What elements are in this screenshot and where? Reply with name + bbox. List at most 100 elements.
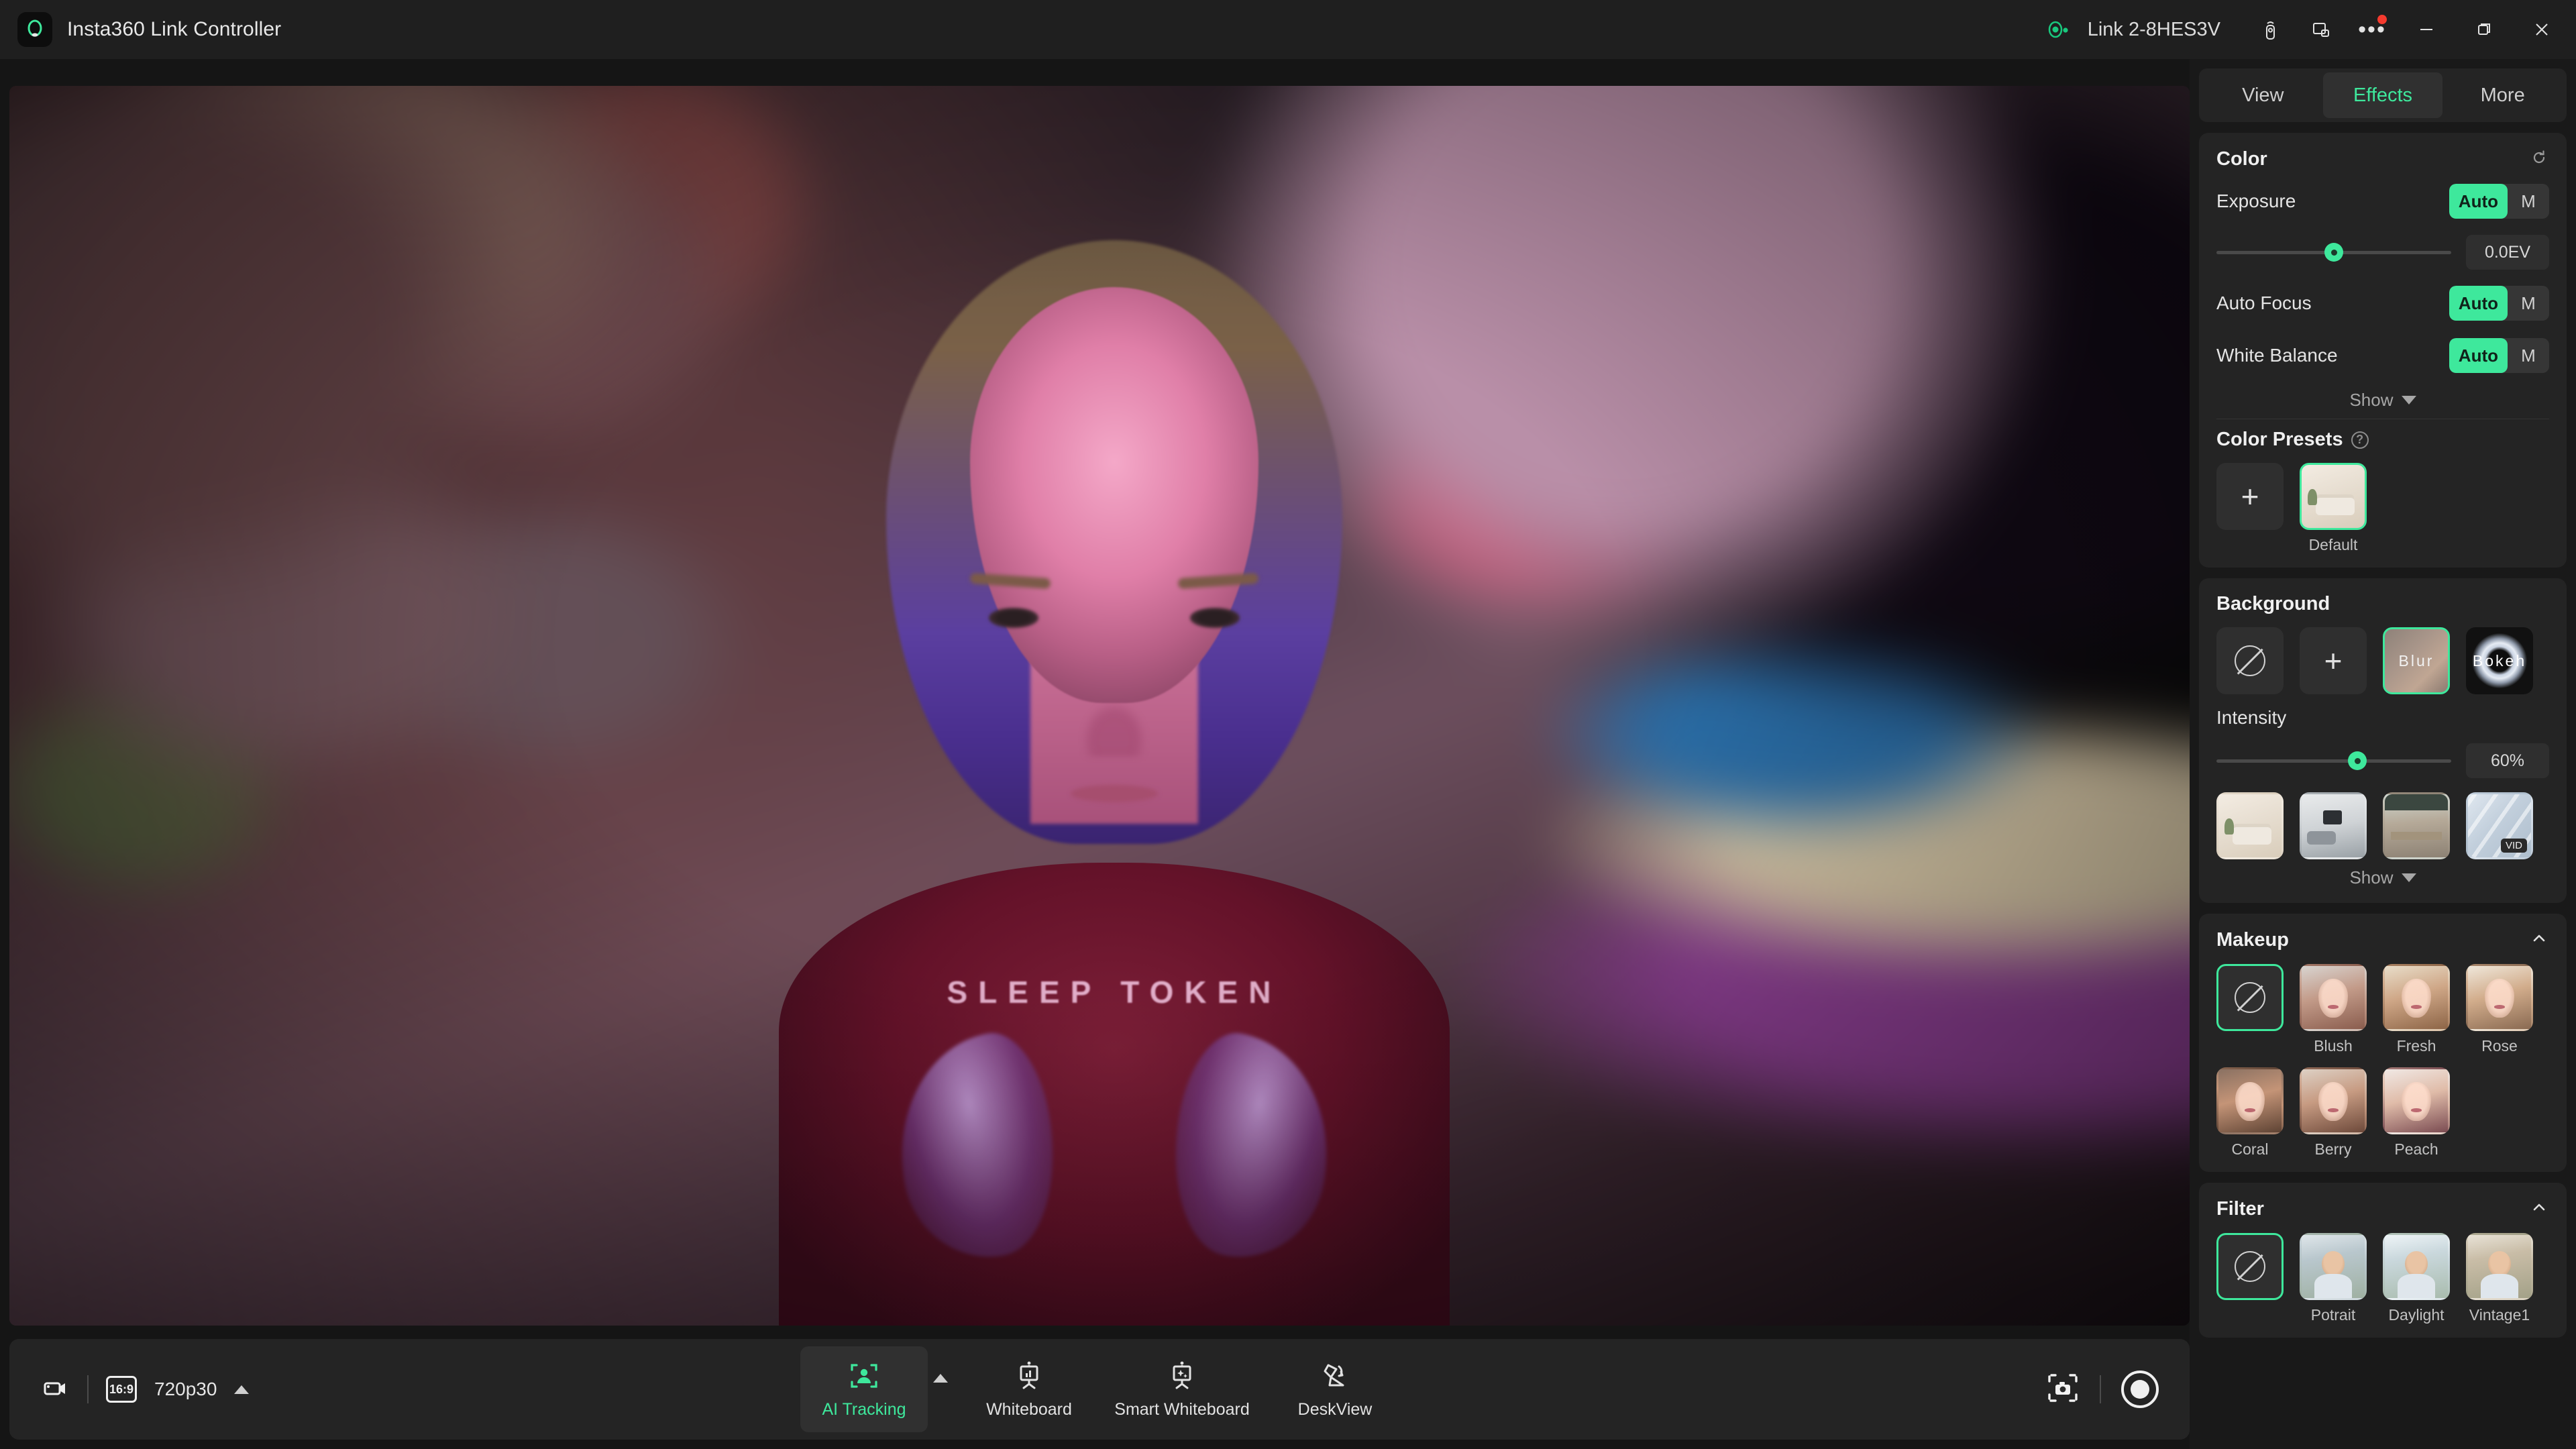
maximize-icon[interactable]: [2455, 0, 2513, 59]
exposure-auto-button[interactable]: Auto: [2449, 184, 2508, 219]
aspect-ratio-badge[interactable]: 16:9: [106, 1376, 137, 1403]
background-option-add[interactable]: +: [2300, 627, 2367, 694]
background-image-cafe[interactable]: [2383, 792, 2450, 859]
background-images: VID: [2216, 792, 2549, 859]
reset-icon[interactable]: [2529, 148, 2549, 171]
chevron-down-icon: [2401, 873, 2416, 882]
intensity-slider[interactable]: [2216, 751, 2451, 770]
video-background-thumb[interactable]: VID: [2466, 792, 2533, 859]
makeup-row-2: Coral Berry Peach: [2216, 1067, 2549, 1159]
bokeh-thumb[interactable]: Bokeh: [2466, 627, 2533, 694]
makeup-option-peach[interactable]: Peach: [2383, 1067, 2450, 1159]
picture-in-picture-icon[interactable]: [2296, 0, 2347, 59]
chevron-up-icon[interactable]: [2529, 1197, 2549, 1221]
background-option-blur[interactable]: Blur: [2383, 627, 2450, 694]
camcorder-icon[interactable]: [40, 1373, 70, 1406]
resolution-label[interactable]: 720p30: [154, 1379, 217, 1400]
auto-focus-manual-button[interactable]: M: [2508, 286, 2549, 321]
background-option-bokeh[interactable]: Bokeh: [2466, 627, 2533, 694]
chevron-up-icon[interactable]: [2529, 928, 2549, 952]
color-show-label: Show: [2349, 390, 2394, 410]
makeup-option-fresh[interactable]: Fresh: [2383, 964, 2450, 1055]
makeup-option-rose[interactable]: Rose: [2466, 964, 2533, 1055]
filter-option-vintage1[interactable]: Vintage1: [2466, 1233, 2533, 1324]
color-section: Color Exposure Auto M 0.0EV Auto Focus A…: [2199, 133, 2567, 568]
none-icon[interactable]: [2216, 964, 2284, 1031]
bottom-toolbar-left: 16:9 720p30: [40, 1373, 250, 1406]
none-icon[interactable]: [2216, 1233, 2284, 1300]
minimize-icon[interactable]: [2398, 0, 2455, 59]
mode-smart-whiteboard[interactable]: Smart Whiteboard: [1098, 1346, 1266, 1432]
filter-portrait-thumb[interactable]: [2300, 1233, 2367, 1300]
help-icon[interactable]: ?: [2351, 431, 2369, 449]
filter-vintage1-thumb[interactable]: [2466, 1233, 2533, 1300]
living-room-thumb[interactable]: [2216, 792, 2284, 859]
mode-smart-whiteboard-label: Smart Whiteboard: [1114, 1399, 1250, 1419]
chevron-up-icon[interactable]: [234, 1385, 250, 1394]
living-room-thumb[interactable]: [2300, 463, 2367, 530]
makeup-rose-thumb[interactable]: [2466, 964, 2533, 1031]
background-image-office[interactable]: [2300, 792, 2367, 859]
more-dots: •••: [2358, 17, 2386, 42]
filter-option-none[interactable]: [2216, 1233, 2284, 1324]
makeup-fresh-thumb[interactable]: [2383, 964, 2450, 1031]
exposure-mode-toggle[interactable]: Auto M: [2449, 184, 2549, 219]
makeup-peach-thumb[interactable]: [2383, 1067, 2450, 1134]
makeup-blush-thumb[interactable]: [2300, 964, 2367, 1031]
background-option-none[interactable]: [2216, 627, 2284, 694]
chevron-up-icon[interactable]: [933, 1373, 948, 1383]
makeup-option-berry[interactable]: Berry: [2300, 1067, 2367, 1159]
office-thumb[interactable]: [2300, 792, 2367, 859]
exposure-row: Exposure Auto M: [2216, 175, 2549, 227]
makeup-coral-label: Coral: [2231, 1140, 2269, 1158]
exposure-slider-knob[interactable]: [2324, 243, 2343, 262]
exposure-slider[interactable]: [2216, 243, 2451, 262]
blur-thumb[interactable]: Blur: [2383, 627, 2450, 694]
add-preset-icon[interactable]: +: [2216, 463, 2284, 530]
color-show-toggle[interactable]: Show: [2216, 382, 2549, 412]
tab-view[interactable]: View: [2203, 72, 2323, 118]
intensity-value[interactable]: 60%: [2466, 743, 2549, 778]
cafe-thumb[interactable]: [2383, 792, 2450, 859]
exposure-value[interactable]: 0.0EV: [2466, 235, 2549, 270]
white-balance-auto-button[interactable]: Auto: [2449, 338, 2508, 373]
remote-control-icon[interactable]: [2245, 0, 2296, 59]
color-preset-default-label: Default: [2308, 536, 2358, 553]
color-preset-add[interactable]: +: [2216, 463, 2284, 554]
mode-buttons: AI Tracking Whiteboard Smart Whiteboard …: [800, 1346, 1399, 1432]
close-icon[interactable]: [2513, 0, 2571, 59]
device-name[interactable]: Link 2-8HES3V: [2088, 19, 2220, 41]
none-icon[interactable]: [2216, 627, 2284, 694]
color-preset-default[interactable]: Default: [2300, 463, 2367, 554]
mode-deskview-label: DeskView: [1297, 1399, 1373, 1419]
mode-whiteboard[interactable]: Whiteboard: [965, 1346, 1093, 1432]
makeup-berry-thumb[interactable]: [2300, 1067, 2367, 1134]
camera-connected-icon[interactable]: [2046, 18, 2069, 41]
makeup-option-blush[interactable]: Blush: [2300, 964, 2367, 1055]
background-image-living-room[interactable]: [2216, 792, 2284, 859]
title-bar: Insta360 Link Controller Link 2-8HES3V •…: [0, 0, 2576, 59]
mode-ai-tracking[interactable]: AI Tracking: [800, 1346, 928, 1432]
tab-more[interactable]: More: [2443, 72, 2563, 118]
background-show-toggle[interactable]: Show: [2216, 859, 2549, 890]
makeup-coral-thumb[interactable]: [2216, 1067, 2284, 1134]
intensity-slider-knob[interactable]: [2348, 751, 2367, 770]
add-background-icon[interactable]: +: [2300, 627, 2367, 694]
exposure-manual-button[interactable]: M: [2508, 184, 2549, 219]
auto-focus-auto-button[interactable]: Auto: [2449, 286, 2508, 321]
filter-option-daylight[interactable]: Daylight: [2383, 1233, 2450, 1324]
record-button-icon[interactable]: [2121, 1371, 2159, 1408]
white-balance-manual-button[interactable]: M: [2508, 338, 2549, 373]
filter-option-portrait[interactable]: Potrait: [2300, 1233, 2367, 1324]
makeup-option-none[interactable]: [2216, 964, 2284, 1055]
white-balance-mode-toggle[interactable]: Auto M: [2449, 338, 2549, 373]
snapshot-icon[interactable]: [2046, 1371, 2080, 1408]
video-preview[interactable]: SLEEP TOKEN: [9, 86, 2190, 1326]
auto-focus-mode-toggle[interactable]: Auto M: [2449, 286, 2549, 321]
more-options-icon[interactable]: •••: [2347, 0, 2398, 59]
filter-daylight-thumb[interactable]: [2383, 1233, 2450, 1300]
tab-effects[interactable]: Effects: [2322, 72, 2443, 118]
makeup-option-coral[interactable]: Coral: [2216, 1067, 2284, 1159]
mode-deskview[interactable]: DeskView: [1271, 1346, 1399, 1432]
background-image-video[interactable]: VID: [2466, 792, 2533, 859]
